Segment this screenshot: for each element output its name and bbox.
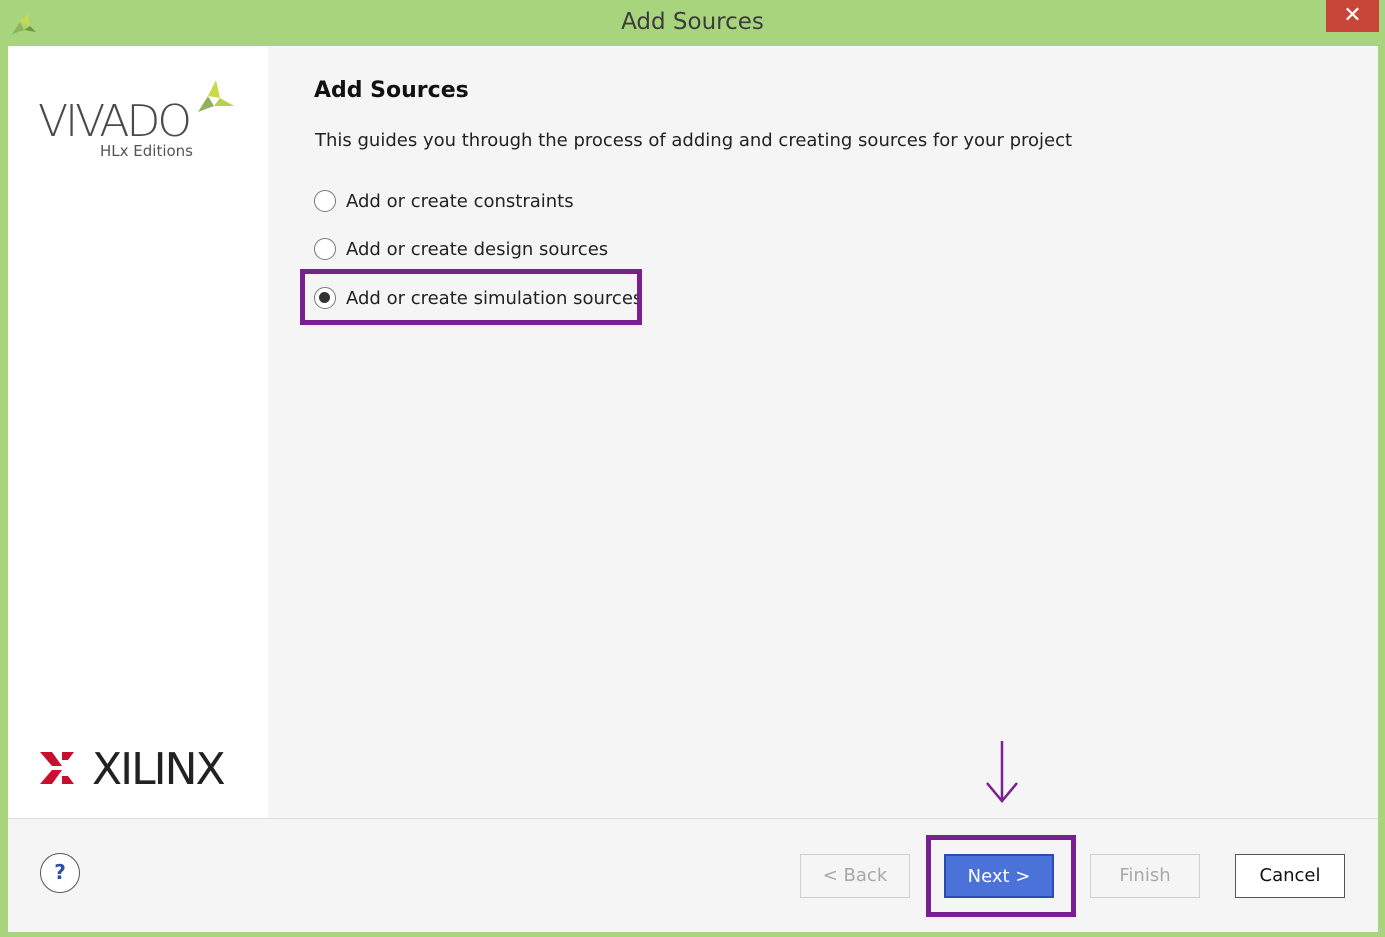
option-constraints[interactable]: Add or create constraints bbox=[314, 186, 574, 216]
radio-constraints[interactable] bbox=[314, 190, 336, 212]
vivado-logo: VIVADO HLx Editions bbox=[38, 78, 238, 168]
sidebar: VIVADO HLx Editions XILINX bbox=[8, 46, 268, 818]
highlight-next-button bbox=[926, 835, 1076, 917]
main-content: Add Sources This guides you through the … bbox=[268, 46, 1378, 818]
back-button[interactable]: < Back bbox=[800, 854, 910, 898]
xilinx-mark-icon bbox=[40, 752, 74, 784]
close-button[interactable]: ✕ bbox=[1326, 0, 1379, 32]
option-label: Add or create design sources bbox=[346, 238, 609, 260]
title-bar: Add Sources ✕ bbox=[0, 0, 1385, 46]
vivado-leaf-icon bbox=[198, 80, 234, 112]
add-sources-dialog: VIVADO HLx Editions XILINX Add Sources T… bbox=[8, 46, 1378, 932]
xilinx-logo-text: XILINX bbox=[92, 744, 226, 795]
cancel-button[interactable]: Cancel bbox=[1235, 854, 1345, 898]
footer-divider bbox=[8, 818, 1378, 819]
option-label: Add or create constraints bbox=[346, 190, 574, 212]
highlight-simulation-option bbox=[300, 269, 642, 325]
page-title: Add Sources bbox=[314, 78, 469, 103]
finish-button[interactable]: Finish bbox=[1090, 854, 1200, 898]
help-button[interactable]: ? bbox=[40, 853, 80, 893]
xilinx-logo: XILINX bbox=[38, 744, 248, 795]
page-description: This guides you through the process of a… bbox=[315, 130, 1073, 151]
radio-design-sources[interactable] bbox=[314, 238, 336, 260]
arrow-down-icon bbox=[986, 741, 1018, 803]
option-design-sources[interactable]: Add or create design sources bbox=[314, 234, 608, 264]
vivado-logo-text: VIVADO bbox=[38, 96, 192, 147]
window-title: Add Sources bbox=[621, 9, 764, 35]
vivado-edition-text: HLx Editions bbox=[100, 142, 193, 160]
